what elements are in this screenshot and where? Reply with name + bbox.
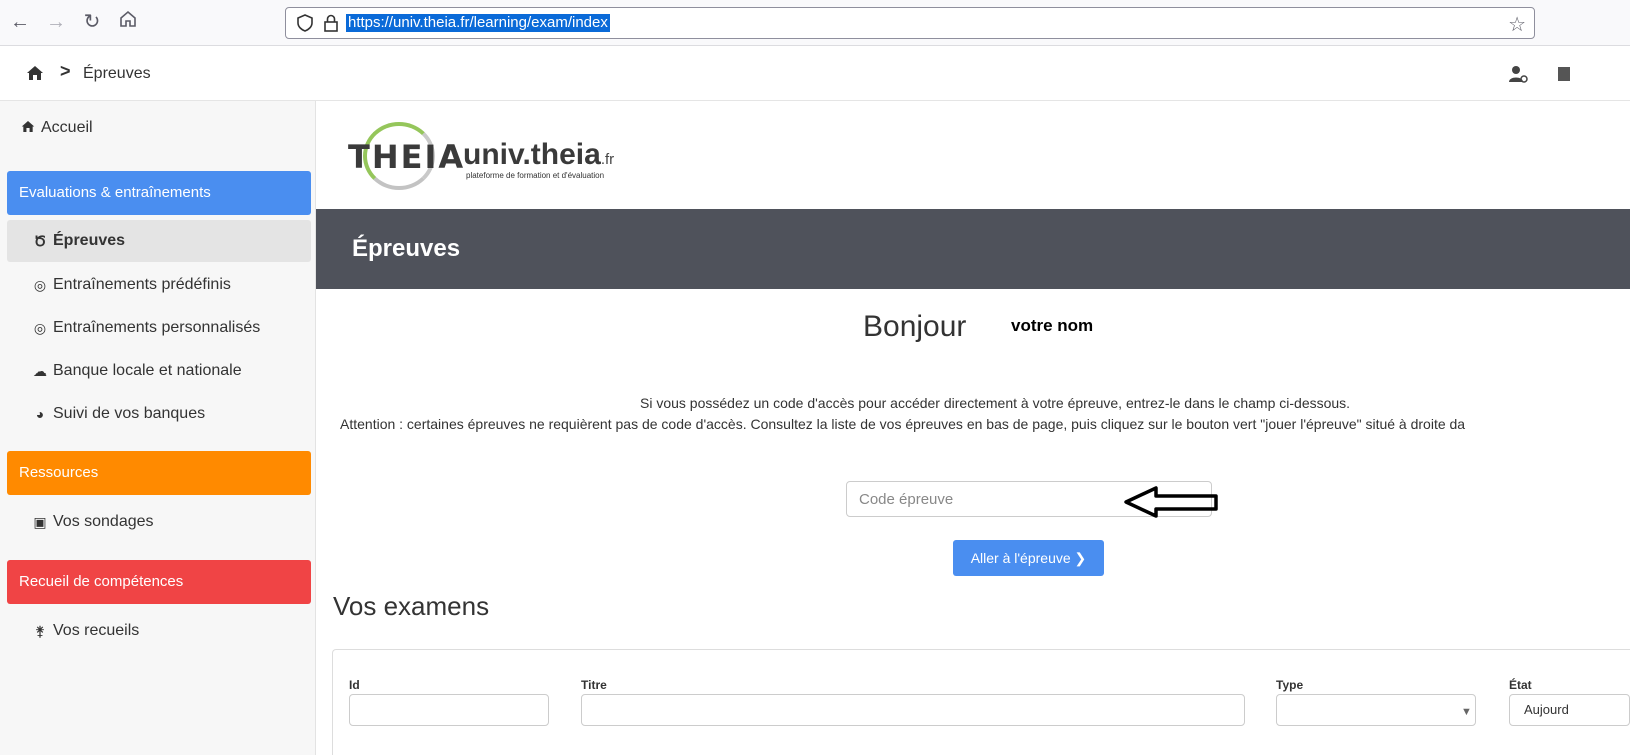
logo-tld: .fr (600, 151, 615, 168)
breadcrumb-current: Épreuves (83, 65, 151, 82)
sidebar-item-label: Entraînements prédéfinis (53, 276, 231, 293)
bookmark-star-icon[interactable]: ☆ (1508, 12, 1526, 37)
url-bar[interactable]: https://univ.theia.fr/learning/exam/inde… (285, 7, 1535, 39)
reload-icon[interactable]: ↻ (80, 10, 104, 34)
sidebar-item-label: Épreuves (53, 232, 126, 249)
back-icon[interactable]: ← (8, 10, 32, 34)
page-title: Épreuves (352, 235, 461, 262)
medal-icon: Ծ (33, 232, 47, 249)
sidebar-item-accueil[interactable]: Accueil (20, 119, 300, 137)
user-settings-icon[interactable] (1508, 65, 1528, 83)
filter-state-label: État (1509, 678, 1532, 692)
sidebar-item-label: Accueil (41, 119, 93, 136)
shield-icon[interactable] (296, 14, 314, 32)
filter-type-select[interactable] (1276, 694, 1476, 726)
filter-state-select[interactable]: Aujourd (1509, 694, 1630, 726)
site-logo[interactable]: THEIA univ.theia.fr plateforme de format… (345, 120, 675, 190)
breadcrumb: > Épreuves (0, 47, 1630, 101)
forward-icon[interactable]: → (44, 10, 68, 34)
home-icon[interactable] (26, 65, 44, 81)
sidebar-item-banque[interactable]: ☁ Banque locale et nationale (32, 362, 302, 380)
seedling-icon: ⚵ (34, 622, 46, 639)
logo-brand: THEIA (348, 138, 466, 176)
page-title-band: Épreuves (316, 209, 1630, 289)
filter-type-label: Type (1276, 678, 1304, 692)
sidebar: Accueil Evaluations & entraînements Ծ Ép… (0, 101, 316, 755)
home-icon (20, 120, 36, 136)
target-icon: ◎ (33, 276, 47, 293)
sidebar-item-label: Vos sondages (53, 513, 154, 530)
filter-title-input[interactable] (581, 694, 1245, 726)
home-icon[interactable] (116, 10, 140, 34)
sidebar-group-ressources[interactable]: Ressources (7, 451, 311, 495)
sidebar-group-evaluations[interactable]: Evaluations & entraînements (7, 171, 311, 215)
info-text-line1: Si vous possédez un code d'accès pour ac… (640, 395, 1351, 411)
chevron-down-icon: ▼ (1461, 706, 1472, 718)
filter-id-label: Id (349, 678, 360, 692)
poll-icon: ▣ (33, 513, 47, 530)
sidebar-item-sondages[interactable]: ▣ Vos sondages (32, 513, 302, 531)
arrow-annotation-icon (1124, 486, 1218, 518)
lock-icon[interactable] (323, 14, 339, 32)
greeting: Bonjour (863, 310, 967, 343)
target-icon: ◎ (33, 319, 47, 336)
sidebar-item-label: Banque locale et nationale (53, 362, 242, 379)
go-to-exam-button[interactable]: Aller à l'épreuve ❯ (953, 540, 1104, 576)
envelope-icon[interactable] (1558, 67, 1570, 81)
sidebar-item-epreuves[interactable]: Ծ Épreuves (32, 232, 302, 250)
info-text-line2: Attention : certaines épreuves ne requiè… (340, 416, 1466, 432)
sidebar-item-label: Vos recueils (53, 622, 140, 639)
chevron-right-icon: > (60, 61, 71, 81)
exams-section-title: Vos examens (333, 591, 490, 621)
sidebar-item-recueils[interactable]: ⚵ Vos recueils (32, 622, 302, 640)
browser-toolbar: ← → ↻ https://univ.theia.fr/learning/exa… (0, 0, 1630, 46)
sidebar-group-recueil[interactable]: Recueil de compétences (7, 560, 311, 604)
logo-site-name: univ.theia (463, 138, 601, 171)
logo-site: univ.theia.fr (463, 138, 614, 172)
cloud-icon: ☁ (33, 362, 47, 379)
url-text[interactable]: https://univ.theia.fr/learning/exam/inde… (346, 14, 610, 32)
user-name: votre nom (1011, 316, 1094, 335)
sidebar-item-entrainements-predefinis[interactable]: ◎ Entraînements prédéfinis (32, 276, 302, 294)
sidebar-item-entrainements-personnalises[interactable]: ◎ Entraînements personnalisés (32, 319, 302, 337)
filter-title-label: Titre (581, 678, 607, 692)
filter-id-input[interactable] (349, 694, 549, 726)
sidebar-item-label: Entraînements personnalisés (53, 319, 261, 336)
logo-tagline: plateforme de formation et d'évaluation (466, 171, 605, 180)
